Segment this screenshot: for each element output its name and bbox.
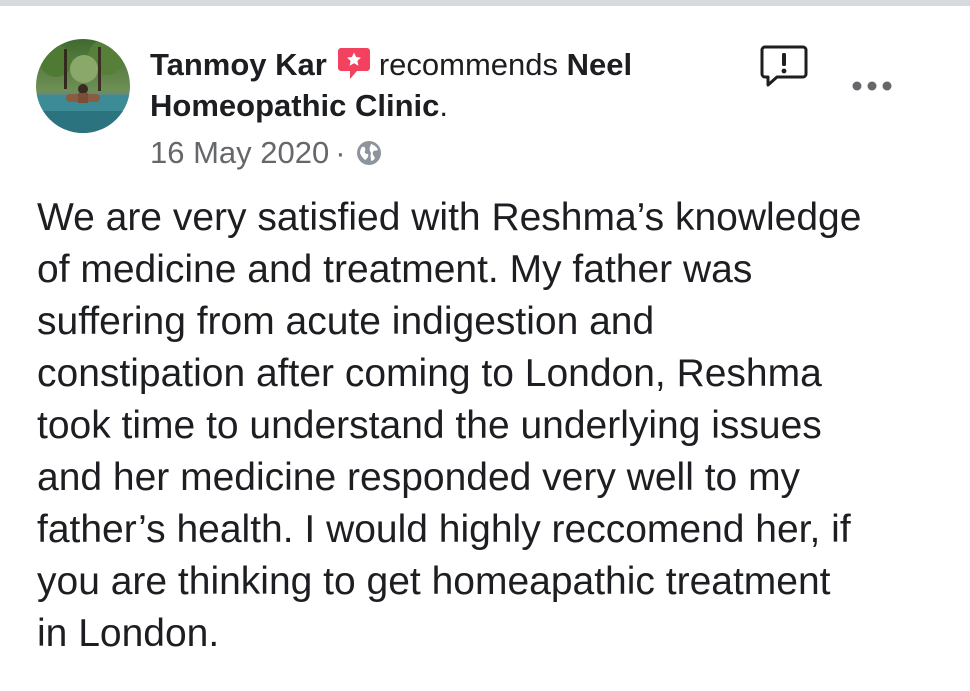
review-line: father’s health. I would highly reccomen…: [37, 508, 851, 551]
review-line: suffering from acute indigestion and: [37, 300, 655, 343]
page-name-part1[interactable]: Neel: [567, 47, 632, 82]
review-line: took time to understand the underlying i…: [37, 404, 822, 447]
review-line: you are thinking to get homeapathic trea…: [37, 560, 831, 603]
globe-icon: [356, 141, 381, 165]
report-button[interactable]: [760, 44, 808, 88]
review-line: We are very satisfied with Reshma’s know…: [37, 196, 862, 239]
post-header-line-1: Tanmoy Kar recommends Neel: [150, 45, 632, 85]
page-name-part2[interactable]: Homeopathic Clinic: [150, 88, 439, 123]
more-options-button[interactable]: [850, 76, 894, 96]
review-line: of medicine and treatment. My father was: [37, 248, 753, 291]
page-name-suffix: .: [439, 88, 448, 123]
report-icon: [760, 45, 808, 87]
recommendation-star-icon: [337, 48, 370, 79]
post-meta: 16 May 2020 ·: [150, 133, 382, 173]
post-date[interactable]: 16 May 2020: [150, 135, 329, 170]
recommendation-post: Tanmoy Kar recommends Neel Homeopathic C…: [0, 6, 970, 691]
review-line: in London.: [37, 612, 220, 655]
author-name[interactable]: Tanmoy Kar: [150, 47, 327, 82]
avatar-photo: [36, 39, 130, 133]
review-line: and her medicine responded very well to …: [37, 456, 801, 499]
avatar[interactable]: [36, 39, 130, 133]
recommends-text: recommends: [378, 47, 559, 82]
meta-separator: ·: [335, 135, 346, 170]
review-line: constipation after coming to London, Res…: [37, 352, 822, 395]
more-options-icon: [852, 81, 892, 91]
review-text: We are very satisfied with Reshma’s know…: [37, 192, 937, 660]
post-header-line-2: Homeopathic Clinic.: [150, 86, 448, 126]
